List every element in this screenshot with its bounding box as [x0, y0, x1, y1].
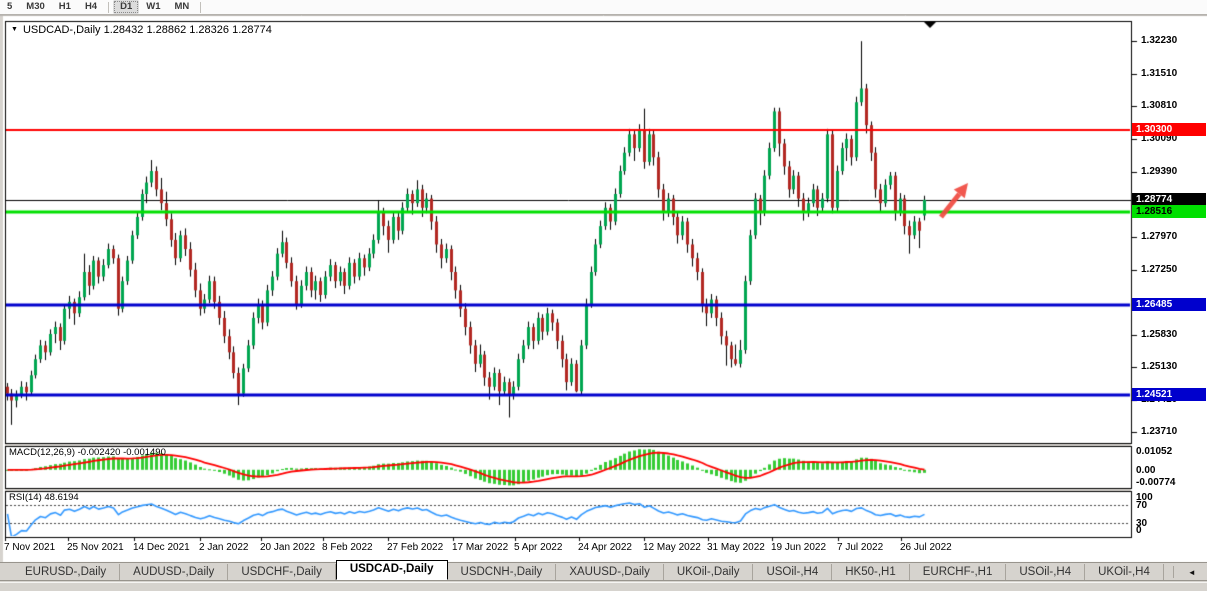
date-tick-label: 14 Dec 2021	[133, 542, 190, 553]
macd-main-value: -0.002420	[78, 447, 121, 458]
tab-nav-separator	[1173, 566, 1174, 578]
price-tick-label: 1.32230	[1141, 35, 1177, 46]
price-badge: 1.24521	[1132, 388, 1206, 401]
chart-tab-bar: EURUSD-,DailyAUDUSD-,DailyUSDCHF-,DailyU…	[0, 562, 1207, 581]
price-tick-label: 1.23710	[1141, 426, 1177, 437]
timeframe-button-mn[interactable]: MN	[168, 0, 197, 14]
date-tick-label: 25 Nov 2021	[67, 542, 124, 553]
tab-ukoil-daily[interactable]: UKOil-,Daily	[664, 564, 754, 580]
tab-eurchf-h1[interactable]: EURCHF-,H1	[910, 564, 1007, 580]
tab-audusd-daily[interactable]: AUDUSD-,Daily	[120, 564, 228, 580]
date-tick-label: 24 Apr 2022	[578, 542, 632, 553]
price-badge: 1.26485	[1132, 298, 1206, 311]
macd-axis-label: 0.01052	[1136, 446, 1172, 457]
tab-hk50-h1[interactable]: HK50-,H1	[832, 564, 910, 580]
price-badge: 1.28516	[1132, 205, 1206, 218]
price-tick-label: 1.27250	[1141, 264, 1177, 275]
tab-usoil-h4[interactable]: USOil-,H4	[1006, 564, 1085, 580]
chart-menu-arrow-icon[interactable]: ▼	[11, 26, 18, 33]
rsi-value: 48.6194	[44, 492, 78, 503]
toolbar-separator	[200, 2, 201, 13]
price-tick-label: 1.29390	[1141, 166, 1177, 177]
tab-eurusd-daily[interactable]: EURUSD-,Daily	[12, 564, 120, 580]
date-tick-label: 31 May 2022	[707, 542, 765, 553]
price-chart-canvas[interactable]	[0, 0, 1207, 590]
rsi-indicator-label: RSI(14) 48.6194	[9, 492, 79, 503]
date-tick-label: 26 Jul 2022	[900, 542, 952, 553]
tab-scroll-right-icon[interactable]: ►	[1201, 568, 1207, 577]
macd-axis-label: -0.00774	[1136, 477, 1175, 488]
timeframe-button-d1[interactable]: D1	[113, 0, 139, 14]
tab-scroll-left-icon[interactable]: ◄	[1183, 568, 1201, 577]
price-badge: 1.30300	[1132, 123, 1206, 136]
rsi-axis-label: 70	[1136, 500, 1147, 511]
price-tick-label: 1.25830	[1141, 329, 1177, 340]
chart-ohlc-values: 1.28432 1.28862 1.28326 1.28774	[104, 24, 272, 36]
date-tick-label: 12 May 2022	[643, 542, 701, 553]
chart-title: ▼ USDCAD-,Daily 1.28432 1.28862 1.28326 1…	[11, 24, 272, 36]
price-tick-label: 1.30810	[1141, 100, 1177, 111]
price-tick-label: 1.27970	[1141, 231, 1177, 242]
date-tick-label: 2 Jan 2022	[199, 542, 249, 553]
timeframe-button-h4[interactable]: H4	[78, 0, 104, 14]
timeframe-toolbar: 5M30H1H4 D1W1MN	[0, 0, 1207, 15]
date-tick-label: 17 Mar 2022	[452, 542, 508, 553]
date-tick-label: 7 Nov 2021	[4, 542, 55, 553]
date-tick-label: 20 Jan 2022	[260, 542, 315, 553]
timeframe-button-h1[interactable]: H1	[52, 0, 78, 14]
chart-symbol-label: USDCAD-,Daily	[23, 24, 101, 36]
tab-scroll-controls: ◄►	[1164, 564, 1207, 580]
macd-signal-value: -0.001490	[123, 447, 166, 458]
tab-usoil-h4[interactable]: USOil-,H4	[753, 564, 832, 580]
tab-usdchf-daily[interactable]: USDCHF-,Daily	[228, 564, 336, 580]
tab-xauusd-daily[interactable]: XAUUSD-,Daily	[556, 564, 664, 580]
tab-usdcad-daily[interactable]: USDCAD-,Daily	[336, 560, 448, 580]
date-tick-label: 27 Feb 2022	[387, 542, 443, 553]
macd-indicator-label: MACD(12,26,9) -0.002420 -0.001490	[9, 447, 166, 458]
rsi-axis-label: 0	[1136, 525, 1142, 536]
toolbar-separator	[108, 2, 109, 13]
date-tick-label: 5 Apr 2022	[514, 542, 562, 553]
date-tick-label: 8 Feb 2022	[322, 542, 373, 553]
price-tick-label: 1.25130	[1141, 361, 1177, 372]
mt4-window: { "toolbar": { "timeframes": [ {"label":…	[0, 0, 1207, 590]
tab-usdcnh-daily[interactable]: USDCNH-,Daily	[448, 564, 557, 580]
tab-ukoil-h4[interactable]: UKOil-,H4	[1085, 564, 1164, 580]
timeframe-button-w1[interactable]: W1	[139, 0, 167, 14]
timeframe-button-5[interactable]: 5	[0, 0, 19, 14]
timeframe-button-m30[interactable]: M30	[19, 0, 51, 14]
date-tick-label: 19 Jun 2022	[771, 542, 826, 553]
macd-axis-label: 0.00	[1136, 465, 1155, 476]
price-tick-label: 1.31510	[1141, 68, 1177, 79]
date-tick-label: 7 Jul 2022	[837, 542, 883, 553]
